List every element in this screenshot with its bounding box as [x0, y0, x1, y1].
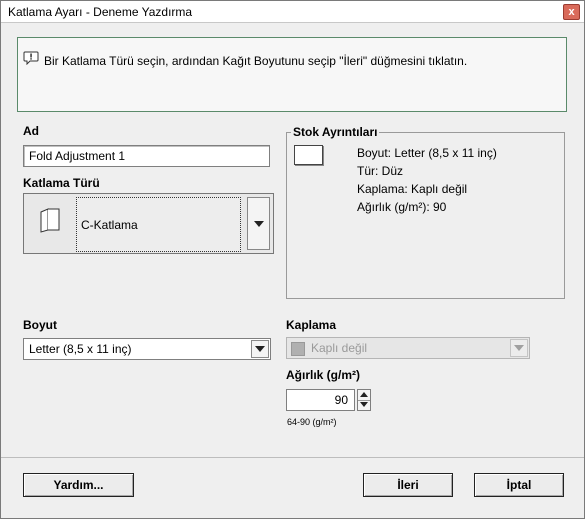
name-input[interactable]: Fold Adjustment 1: [23, 145, 270, 167]
stock-weight: Ağırlık (g/m²): 90: [357, 200, 447, 214]
weight-range-hint: 64-90 (g/m²): [287, 417, 337, 427]
arrow-down-icon: [360, 402, 368, 407]
close-button[interactable]: x: [563, 4, 580, 20]
stock-size: Boyut: Letter (8,5 x 11 inç): [357, 146, 497, 160]
coating-value: Kaplı değil: [311, 341, 368, 355]
weight-decrement-button[interactable]: [358, 400, 370, 410]
help-button[interactable]: Yardım...: [23, 473, 134, 497]
instruction-panel: Bir Katlama Türü seçin, ardından Kağıt B…: [17, 37, 567, 112]
paper-stock-icon: [294, 145, 323, 165]
stock-details-title: Stok Ayrıntıları: [291, 125, 380, 139]
c-fold-icon: [40, 208, 60, 233]
chevron-down-icon: [253, 220, 264, 227]
title-bar: Katlama Ayarı - Deneme Yazdırma x: [1, 1, 584, 23]
weight-label: Ağırlık (g/m²): [286, 368, 360, 382]
size-dropdown[interactable]: Letter (8,5 x 11 inç): [23, 338, 271, 360]
arrow-up-icon: [360, 392, 368, 397]
weight-stepper[interactable]: [357, 389, 371, 411]
stock-coating: Kaplama: Kaplı değil: [357, 182, 468, 196]
speech-bubble-info-icon: [23, 51, 39, 65]
weight-value: 90: [334, 393, 348, 407]
name-label: Ad: [23, 124, 39, 138]
fold-type-label: Katlama Türü: [23, 176, 100, 190]
footer-divider: [1, 457, 584, 458]
coating-dropdown-button: [510, 339, 528, 357]
close-icon: x: [568, 6, 575, 18]
instruction-text: Bir Katlama Türü seçin, ardından Kağıt B…: [44, 54, 468, 68]
window-title: Katlama Ayarı - Deneme Yazdırma: [8, 5, 193, 19]
chevron-down-icon: [255, 346, 265, 352]
stock-type: Tür: Düz: [357, 164, 404, 178]
dialog-window: Katlama Ayarı - Deneme Yazdırma x Bir Ka…: [0, 0, 585, 519]
coating-dropdown: Kaplı değil: [286, 337, 530, 359]
coating-label: Kaplama: [286, 318, 337, 332]
size-value: Letter (8,5 x 11 inç): [29, 342, 132, 356]
next-button[interactable]: İleri: [363, 473, 453, 497]
weight-input[interactable]: 90: [286, 389, 355, 411]
fold-type-selector[interactable]: C-Katlama: [23, 193, 274, 254]
fold-type-value: C-Katlama: [81, 218, 138, 232]
coating-swatch-icon: [291, 342, 305, 356]
fold-type-value-box[interactable]: C-Katlama: [76, 197, 241, 252]
chevron-down-icon: [514, 345, 524, 351]
cancel-button[interactable]: İptal: [474, 473, 564, 497]
fold-type-dropdown-button[interactable]: [247, 197, 270, 250]
size-dropdown-button[interactable]: [251, 340, 269, 358]
size-label: Boyut: [23, 318, 57, 332]
